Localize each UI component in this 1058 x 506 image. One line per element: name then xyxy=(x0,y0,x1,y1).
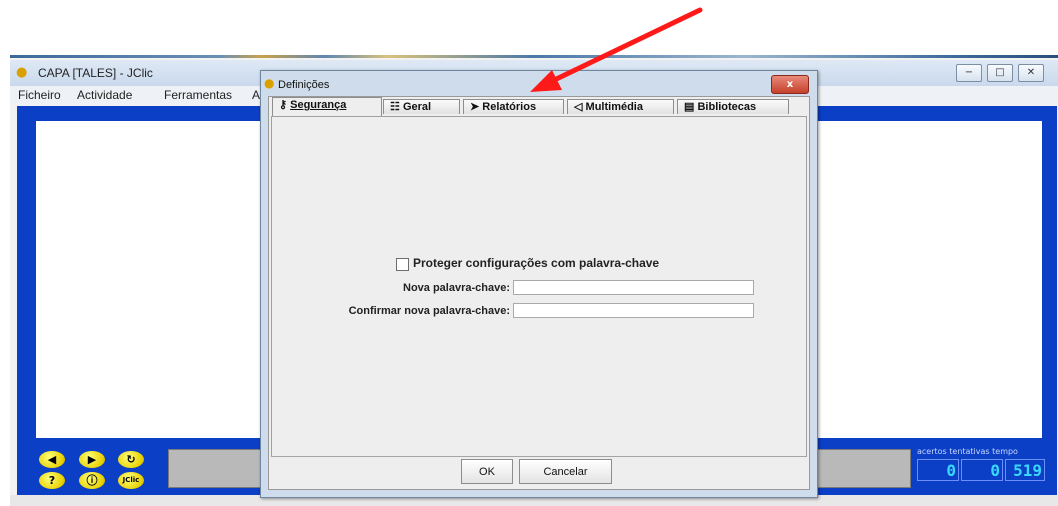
library-icon: ▤ xyxy=(684,101,695,113)
menu-ajuda[interactable]: A xyxy=(252,88,260,102)
reload-icon[interactable]: ↻ xyxy=(118,451,144,468)
prev-icon[interactable]: ◀ xyxy=(39,451,65,468)
cancel-button[interactable]: Cancelar xyxy=(519,459,612,484)
confirm-password-label: Confirmar nova palavra-chave: xyxy=(348,305,510,317)
menu-actividade[interactable]: Actividade xyxy=(77,88,132,102)
help-icon[interactable]: ? xyxy=(39,472,65,489)
window-title: CAPA [TALES] - JClic xyxy=(38,66,153,80)
protect-checkbox[interactable] xyxy=(396,258,409,271)
settings-icon: ☷ xyxy=(390,101,400,113)
counter-acertos: 0 xyxy=(917,459,959,481)
protect-checkbox-label: Proteger configurações com palavra-chave xyxy=(413,256,660,270)
key-icon: ⚷ xyxy=(279,99,288,111)
next-icon[interactable]: ▶ xyxy=(79,451,105,468)
close-window-button[interactable]: ✕ xyxy=(1018,64,1044,82)
menu-ferramentas[interactable]: Ferramentas xyxy=(164,88,232,102)
tab-label: Segurança xyxy=(290,99,347,111)
tab-seguranca[interactable]: ⚷ Segurança xyxy=(272,97,382,116)
new-password-field[interactable] xyxy=(513,280,754,295)
tab-label: Geral xyxy=(402,101,432,113)
tab-relatorios[interactable]: ➤ Relatórios xyxy=(463,99,564,114)
speaker-icon: ◁ xyxy=(574,101,583,113)
dialog-app-icon: ● xyxy=(264,76,275,90)
confirm-password-field[interactable] xyxy=(513,303,754,318)
new-password-label: Nova palavra-chave: xyxy=(403,282,510,294)
tab-label: Multimédia xyxy=(585,101,643,113)
dialog-close-button[interactable]: x xyxy=(771,75,809,94)
maximize-button[interactable]: □ xyxy=(987,64,1013,82)
counter-tempo: 519 xyxy=(1005,459,1045,481)
jclic-logo[interactable]: JClic xyxy=(118,472,144,489)
tab-bibliotecas[interactable]: ▤ Bibliotecas xyxy=(677,99,789,114)
message-box-right xyxy=(815,449,911,488)
counter-tentativas: 0 xyxy=(961,459,1003,481)
report-icon: ➤ xyxy=(470,101,480,113)
menu-ficheiro[interactable]: Ficheiro xyxy=(18,88,61,102)
tab-geral[interactable]: ☷ Geral xyxy=(383,99,460,114)
dialog-button-separator xyxy=(271,456,805,457)
tab-label: Relatórios xyxy=(482,101,537,113)
tab-multimedia[interactable]: ◁ Multimédia xyxy=(567,99,674,114)
counter-labels: acertos tentativas tempo xyxy=(917,447,1018,456)
info-icon[interactable]: ⓘ xyxy=(79,472,105,489)
tab-label: Bibliotecas xyxy=(697,101,757,113)
jclic-app-icon: ● xyxy=(16,65,28,80)
message-box xyxy=(168,449,264,488)
minimize-button[interactable]: − xyxy=(956,64,982,82)
dialog-title: Definições xyxy=(278,79,330,91)
ok-button[interactable]: OK xyxy=(461,459,513,484)
